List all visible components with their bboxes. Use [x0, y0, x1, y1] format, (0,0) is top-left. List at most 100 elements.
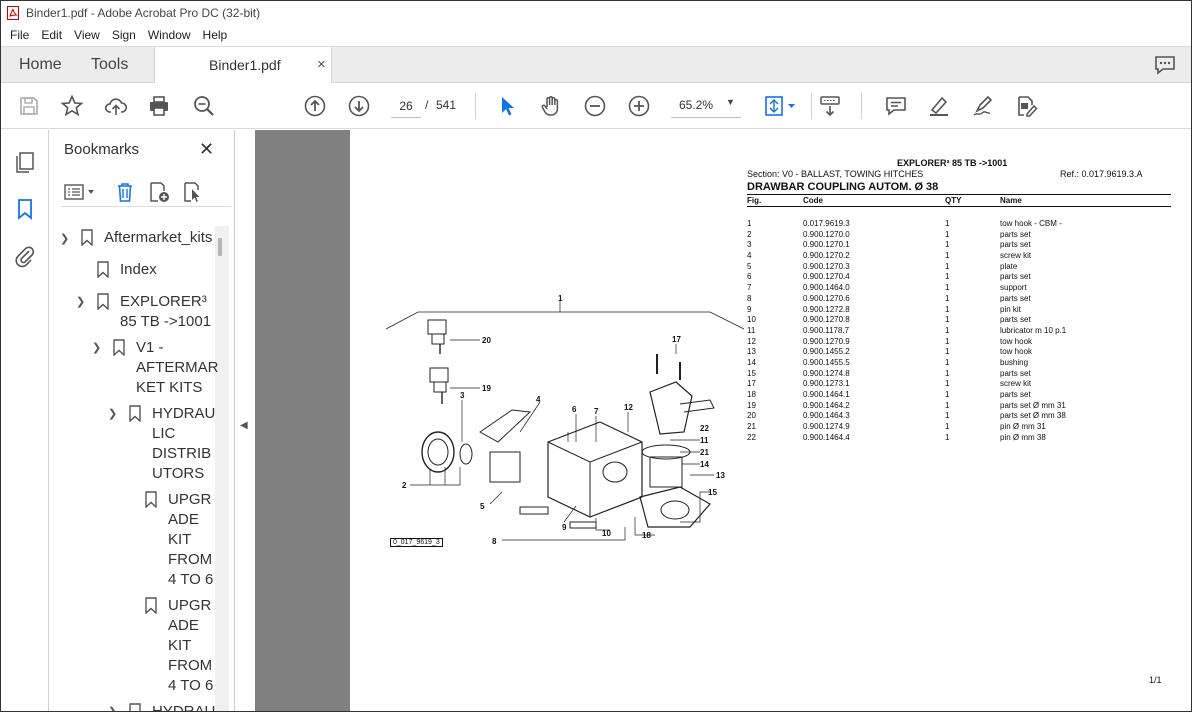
trash-icon[interactable] — [114, 181, 136, 203]
bookmark-item-upgrade-1-line-1[interactable]: UPGR — [168, 490, 211, 510]
bookmarks-scrollbar[interactable] — [215, 226, 229, 711]
document-view[interactable]: ◀ EXPLORER³ 85 TB ->1001 Section: V0 - B… — [236, 130, 1191, 711]
chevron-down-icon[interactable]: ❯ — [92, 341, 101, 354]
comment-icon[interactable] — [1153, 54, 1177, 76]
chevron-down-icon[interactable]: ❯ — [76, 295, 85, 308]
part-name: tow hook — [1000, 347, 1033, 357]
part-code: 0.900.1178.7 — [803, 325, 850, 335]
close-tab-button[interactable]: × — [317, 47, 326, 83]
attachments-icon[interactable] — [13, 244, 37, 268]
zoom-out-icon[interactable] — [583, 94, 607, 118]
menu-help[interactable]: Help — [197, 25, 234, 46]
part-fig: 3 — [747, 240, 752, 250]
print-icon[interactable] — [147, 94, 171, 118]
bookmark-item-explorer-line-2[interactable]: 85 TB ->1001 — [120, 312, 211, 332]
options-menu-icon[interactable] — [63, 181, 97, 203]
bookmark-item-hydraulic-line-4[interactable]: UTORS — [152, 464, 204, 484]
highlight-pen-icon[interactable] — [927, 94, 951, 118]
previous-page-icon[interactable] — [303, 94, 327, 118]
chevron-down-icon[interactable]: ❯ — [108, 407, 117, 420]
part-name: parts set — [1000, 368, 1031, 378]
new-bookmark-icon[interactable] — [148, 181, 170, 203]
menu-edit[interactable]: Edit — [35, 25, 68, 46]
diagram-label: 5 — [480, 502, 485, 511]
part-qty: 1 — [945, 422, 950, 432]
scroll-mode-icon[interactable] — [818, 94, 842, 118]
chevron-down-icon[interactable]: ❯ — [60, 232, 69, 245]
cloud-upload-icon[interactable] — [104, 94, 128, 118]
bookmark-item-upgrade-2-line-4[interactable]: FROM — [168, 656, 212, 676]
diagram-label: 8 — [492, 537, 497, 546]
hand-tool-icon[interactable] — [539, 94, 563, 118]
part-code: 0.900.1270.1 — [803, 240, 850, 250]
table-row: 13 0.900.1455.2 1 tow hook — [747, 347, 1177, 358]
menu-view[interactable]: View — [68, 25, 106, 46]
chevron-down-icon[interactable]: ❯ — [108, 705, 117, 711]
bookmark-item-hydraulic-line-1[interactable]: HYDRAU — [152, 404, 215, 424]
diagram-label: 21 — [700, 448, 709, 457]
tab-document[interactable]: Binder1.pdf × — [154, 47, 332, 84]
bookmark-item-upgrade-2-line-1[interactable]: UPGR — [168, 596, 211, 616]
pdf-page: EXPLORER³ 85 TB ->1001 Section: V0 - BAL… — [350, 130, 1191, 711]
bookmark-item-upgrade-2-line-2[interactable]: ADE — [168, 616, 199, 636]
diagram-label: 13 — [716, 471, 725, 480]
bookmark-item-hydraulic-line-2[interactable]: LIC — [152, 424, 175, 444]
next-page-icon[interactable] — [347, 94, 371, 118]
search-bookmark-icon[interactable] — [182, 181, 204, 203]
scrollbar-thumb[interactable] — [218, 238, 222, 256]
bookmark-item-hydraulic-2[interactable]: HYDRAU — [152, 702, 215, 711]
table-row: 2 0.900.1270.0 1 parts set — [747, 230, 1177, 241]
collapse-panel-icon[interactable]: ◀ — [240, 420, 248, 431]
star-icon[interactable] — [60, 94, 84, 118]
bookmark-item-explorer-line-1[interactable]: EXPLORER³ — [120, 292, 207, 312]
sign-pen-icon[interactable] — [971, 94, 995, 118]
menu-file[interactable]: File — [4, 25, 35, 46]
select-cursor-icon[interactable] — [495, 94, 519, 118]
save-icon[interactable] — [17, 94, 41, 118]
table-row: 1 0.017.9619.3 1 tow hook - CBM - — [747, 219, 1177, 230]
tab-tools[interactable]: Tools — [91, 47, 128, 83]
part-name: parts set — [1000, 315, 1031, 325]
bookmark-item-v1-line-3[interactable]: KET KITS — [136, 378, 202, 398]
bookmark-item-index[interactable]: Index — [120, 260, 157, 280]
table-row: 4 0.900.1270.2 1 screw kit — [747, 251, 1177, 262]
part-qty: 1 — [945, 390, 950, 399]
add-comment-icon[interactable] — [884, 94, 908, 118]
bookmark-item-upgrade-2-line-5[interactable]: 4 TO 6 — [168, 676, 213, 696]
part-code: 0.900.1270.9 — [803, 336, 850, 346]
bookmark-item-aftermarket-kits[interactable]: Aftermarket_kits — [104, 228, 212, 248]
tab-bar: Home Tools Binder1.pdf × — [1, 46, 1191, 84]
close-icon[interactable]: ✕ — [199, 139, 214, 160]
menu-window[interactable]: Window — [142, 25, 197, 46]
column-header-fig: Fig. — [747, 196, 762, 205]
edit-pdf-icon[interactable] — [1014, 94, 1038, 118]
bookmark-item-v1-line-1[interactable]: V1 - — [136, 338, 164, 358]
part-code: 0.900.1464.3 — [803, 411, 850, 421]
page-thumbnails-icon[interactable] — [13, 150, 37, 174]
page-number-input[interactable] — [391, 94, 421, 118]
menu-sign[interactable]: Sign — [106, 25, 142, 46]
zoom-level-dropdown[interactable]: 65.2% ▼ — [671, 94, 741, 118]
bookmark-item-upgrade-1-line-5[interactable]: 4 TO 6 — [168, 570, 213, 590]
diagram-label: 19 — [482, 384, 491, 393]
bookmark-item-upgrade-1-line-3[interactable]: KIT — [168, 530, 191, 550]
part-qty: 1 — [945, 261, 950, 271]
bookmark-icon — [113, 339, 125, 356]
tab-home[interactable]: Home — [19, 47, 62, 83]
bookmark-item-upgrade-1-line-2[interactable]: ADE — [168, 510, 199, 530]
zoom-in-icon[interactable] — [627, 94, 651, 118]
zoom-search-icon[interactable] — [192, 94, 216, 118]
diagram-label: 17 — [672, 335, 681, 344]
bookmark-item-upgrade-1-line-4[interactable]: FROM — [168, 550, 212, 570]
bookmark-item-upgrade-2-line-3[interactable]: KIT — [168, 636, 191, 656]
part-code: 0.900.1270.8 — [803, 315, 850, 325]
bookmark-item-v1-line-2[interactable]: AFTERMAR — [136, 358, 219, 378]
window-title: Binder1.pdf - Adobe Acrobat Pro DC (32-b… — [26, 6, 261, 20]
fit-page-icon[interactable] — [763, 94, 797, 118]
bookmark-icon — [145, 491, 157, 508]
bookmark-item-hydraulic-line-3[interactable]: DISTRIB — [152, 444, 211, 464]
part-qty: 1 — [945, 229, 950, 239]
acrobat-app-icon — [7, 6, 19, 20]
bookmark-panel-icon[interactable] — [13, 197, 37, 221]
part-qty: 1 — [945, 315, 950, 325]
